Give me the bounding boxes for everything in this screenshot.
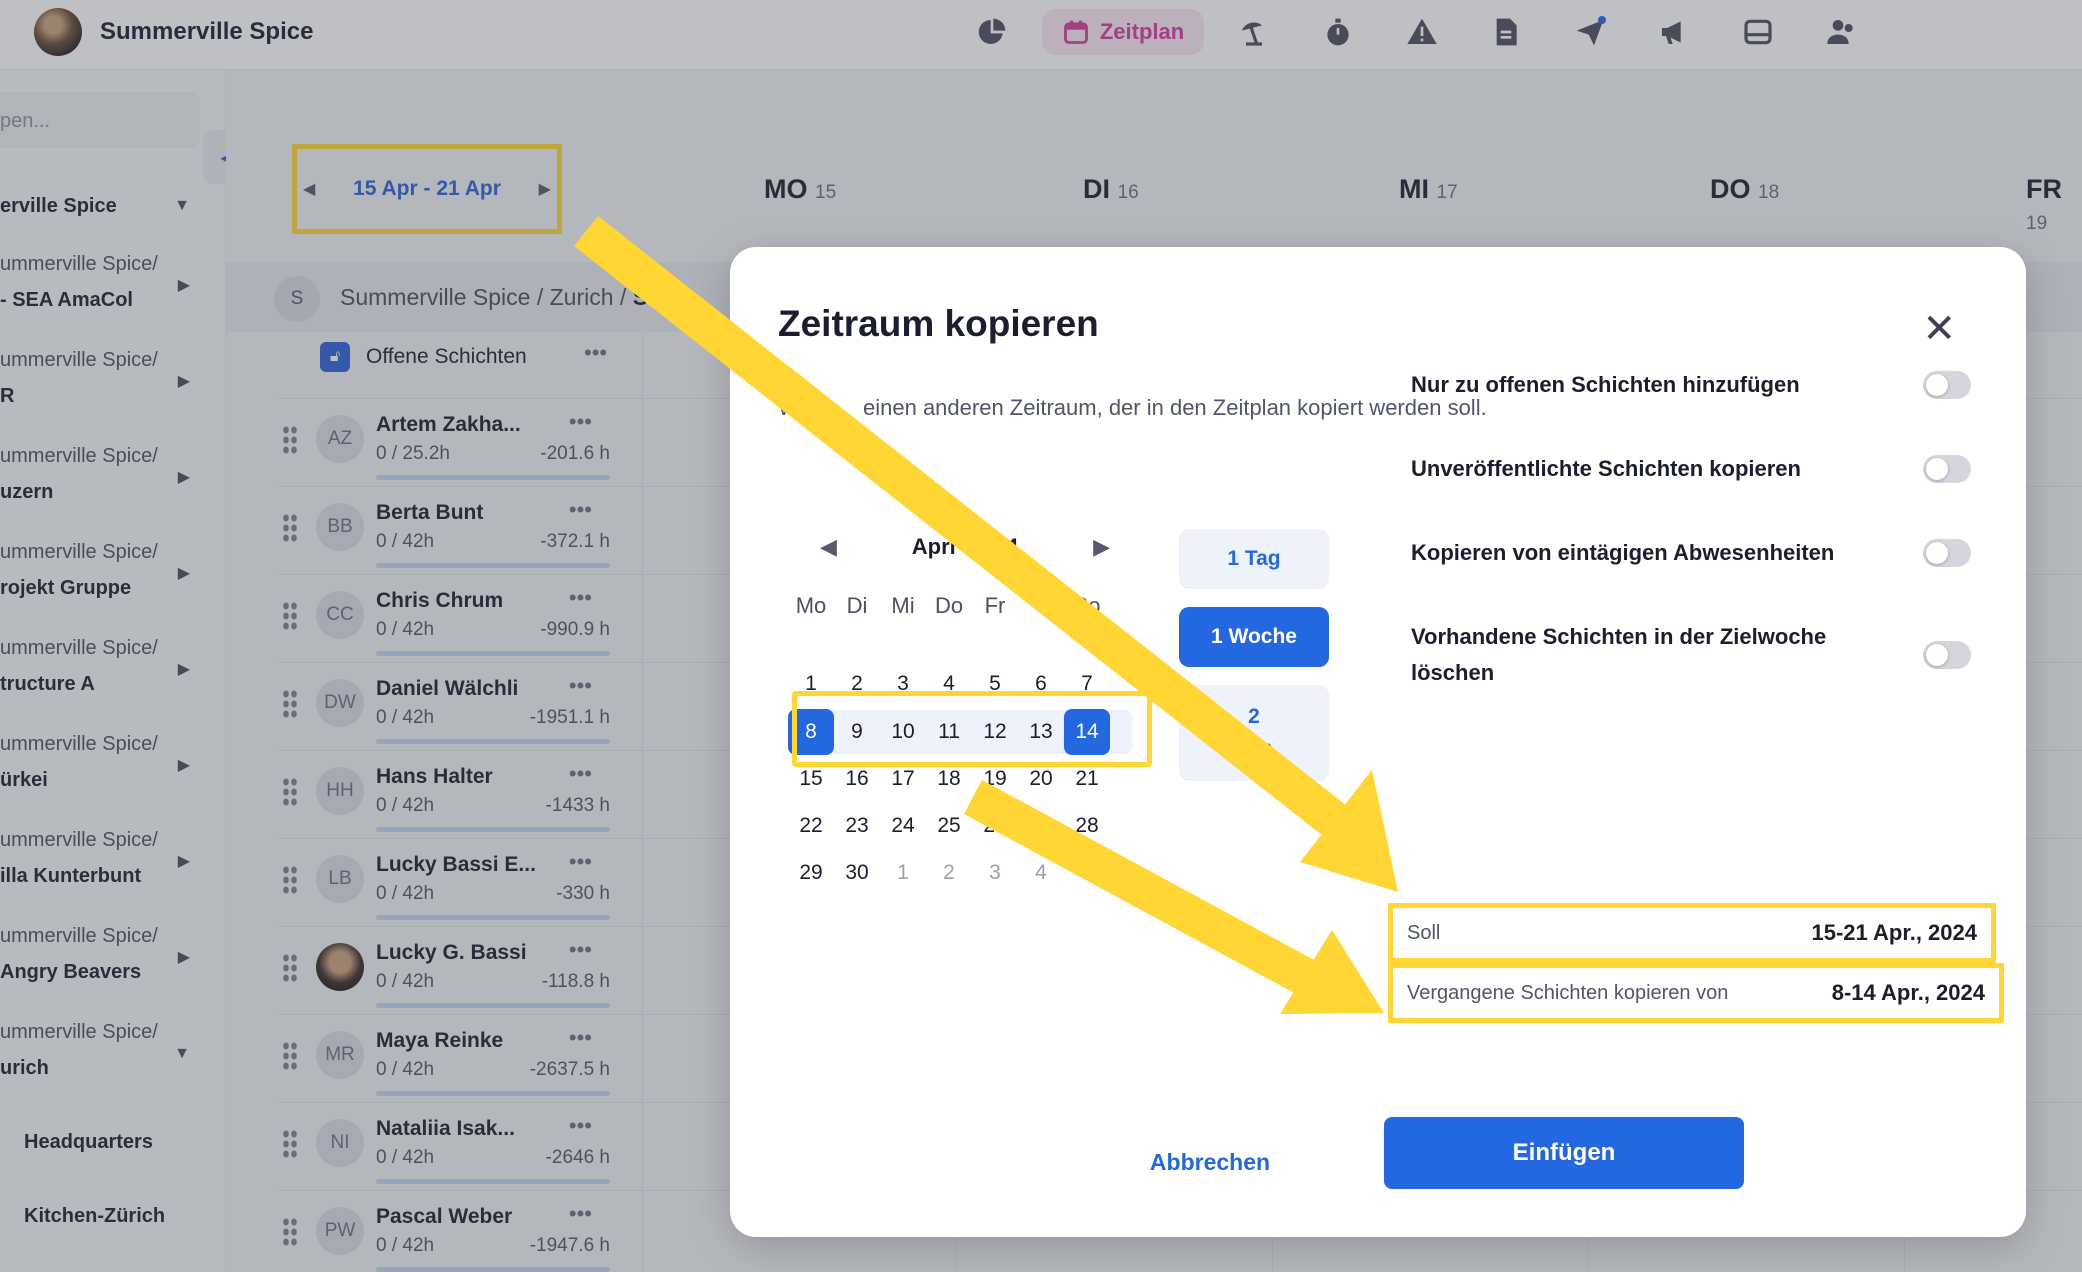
- calendar-day-next-month[interactable]: 2: [926, 850, 972, 896]
- range-2-weeks-button[interactable]: 2 hen: [1179, 685, 1329, 781]
- calendar-day-next-month[interactable]: 3: [972, 850, 1018, 896]
- calendar-day-next-month[interactable]: 1: [880, 850, 926, 896]
- weekday-label: [1018, 593, 1064, 619]
- option-copy-day-absences: Kopieren von eintägigen Abwesenheiten: [1411, 535, 1971, 571]
- dialog-title: Zeitraum kopieren: [778, 303, 1099, 344]
- option-label: Unveröffentlichte Schichten kopieren: [1411, 456, 1801, 481]
- calendar-day-next-month[interactable]: 5: [1064, 850, 1110, 896]
- dialog-description: Wä einen anderen Zeitraum, der in den Zei…: [778, 395, 1487, 421]
- summary-source-row: Vergangene Schichten kopieren von 8-14 A…: [1388, 963, 2004, 1023]
- month-label-end: 24: [993, 534, 1019, 559]
- calendar-week: 22 23 24 25 26 27 28: [788, 803, 1112, 849]
- summary-source-label: Vergangene Schichten kopieren von: [1407, 981, 1729, 1004]
- option-open-shifts-only: Nur zu offenen Schichten hinzufügen: [1411, 367, 1971, 403]
- description-start: Wä: [778, 395, 811, 420]
- calendar-day[interactable]: 25: [926, 803, 972, 849]
- calendar-day[interactable]: 24: [880, 803, 926, 849]
- summary-target-value: 15-21 Apr., 2024: [1811, 920, 1977, 945]
- calendar-day[interactable]: 30: [834, 850, 880, 896]
- calendar-week: 29 30 1 2 3 4 5: [788, 850, 1112, 896]
- range-1-week-button[interactable]: 1 Woche: [1179, 607, 1329, 667]
- calendar-day[interactable]: 28: [1064, 803, 1110, 849]
- weekday-row: Mo Di Mi Do Fr So: [788, 593, 1112, 619]
- option-label: Vorhandene Schichten in der Zielwoche lö…: [1411, 624, 1827, 685]
- calendar-day[interactable]: 26: [972, 803, 1018, 849]
- weekday-label: Mo: [795, 593, 827, 618]
- toggle-switch[interactable]: [1923, 455, 1971, 483]
- option-label: Kopieren von eintägigen Abwesenheiten: [1411, 540, 1835, 565]
- calendar-day[interactable]: 22: [788, 803, 834, 849]
- option-label: Nur zu offenen Schichten hinzufügen: [1411, 372, 1800, 397]
- cancel-button[interactable]: Abbrechen: [1110, 1137, 1310, 1187]
- calendar-day-next-month[interactable]: 4: [1018, 850, 1064, 896]
- calendar-day[interactable]: 27: [1018, 803, 1064, 849]
- description-rest: einen anderen Zeitraum, der in den Zeitp…: [863, 395, 1487, 420]
- weekday-label: Di: [846, 593, 868, 618]
- weekday-label: Mi: [891, 593, 915, 618]
- range-1-day-button[interactable]: 1 Tag: [1179, 529, 1329, 589]
- close-icon[interactable]: ✕: [1922, 309, 1956, 349]
- summary-target-label: Soll: [1407, 921, 1441, 944]
- summary-target-row: Soll 15-21 Apr., 2024: [1388, 903, 1996, 963]
- calendar-header: ◀ Apri 24 ▶: [820, 527, 1110, 567]
- weekday-label: Do: [934, 593, 964, 618]
- prev-month-icon[interactable]: ◀: [820, 534, 837, 560]
- calendar-day[interactable]: 23: [834, 803, 880, 849]
- weekday-label: Fr: [984, 593, 1006, 618]
- highlight-box: [792, 691, 1152, 767]
- insert-button[interactable]: Einfügen: [1384, 1117, 1744, 1189]
- calendar-day[interactable]: 29: [788, 850, 834, 896]
- month-label-start: Apri: [911, 534, 956, 559]
- toggle-switch[interactable]: [1923, 371, 1971, 399]
- next-month-icon[interactable]: ▶: [1093, 534, 1110, 560]
- calendar-month: Apri 24: [912, 534, 1018, 560]
- summary-source-value: 8-14 Apr., 2024: [1831, 980, 1985, 1005]
- weekday-label: So: [1073, 593, 1101, 618]
- toggle-switch[interactable]: [1923, 539, 1971, 567]
- option-copy-unpublished: Unveröffentlichte Schichten kopieren: [1411, 451, 1971, 487]
- copy-period-dialog: Zeitraum kopieren ✕ Wä einen anderen Zeit…: [730, 247, 2026, 1237]
- option-delete-existing: Vorhandene Schichten in der Zielwoche lö…: [1411, 619, 1971, 691]
- toggle-switch[interactable]: [1923, 641, 1971, 669]
